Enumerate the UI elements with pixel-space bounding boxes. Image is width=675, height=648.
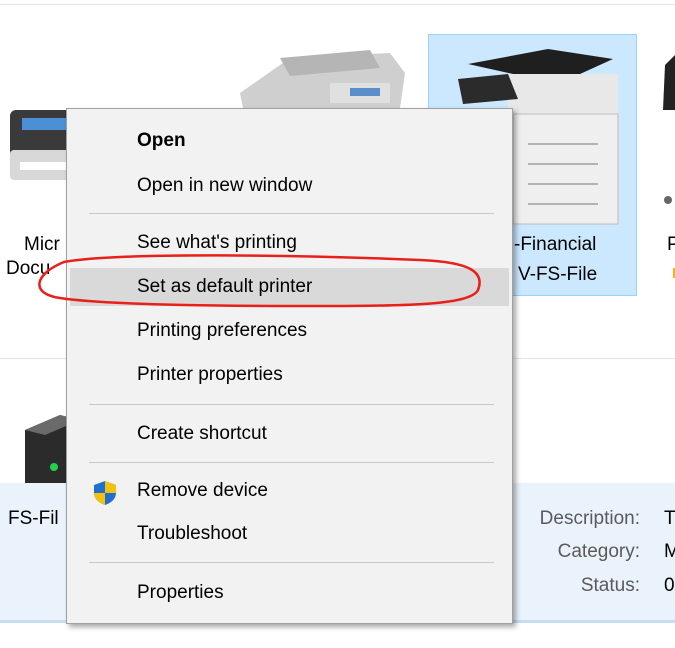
device-label-line-2: V-FS-File	[518, 264, 598, 285]
menu-item-printer-properties[interactable]: Printer properties	[70, 356, 509, 394]
device-label-line-1: Micr	[24, 234, 60, 255]
category-label: Category:	[557, 541, 640, 562]
device-icon	[663, 55, 675, 204]
device-label-line-1: -Financial	[514, 234, 597, 255]
menu-item-set-default-printer[interactable]: Set as default printer	[70, 268, 509, 306]
category-value: M	[664, 541, 675, 562]
status-label: Status:	[580, 575, 640, 596]
menu-separator	[89, 462, 494, 463]
description-value: T	[664, 508, 675, 529]
menu-separator	[89, 213, 494, 214]
menu-item-properties[interactable]: Properties	[70, 574, 509, 612]
menu-separator	[89, 404, 494, 405]
menu-item-open[interactable]: Open	[70, 122, 509, 160]
uac-shield-icon	[94, 481, 116, 505]
details-device-name: FS-Fil	[8, 508, 59, 529]
context-menu: Open Open in new window See what's print…	[66, 108, 513, 624]
device-tile-partial[interactable]: P	[655, 40, 675, 280]
menu-item-printing-preferences[interactable]: Printing preferences	[70, 312, 509, 350]
menu-item-create-shortcut[interactable]: Create shortcut	[70, 415, 509, 453]
menu-item-see-whats-printing[interactable]: See what's printing	[70, 224, 509, 262]
menu-item-remove-device[interactable]: Remove device	[70, 472, 509, 510]
menu-separator	[89, 562, 494, 563]
menu-item-open-new-window[interactable]: Open in new window	[70, 167, 509, 205]
description-label: Description:	[539, 508, 640, 529]
menu-item-label: Remove device	[137, 480, 268, 501]
menu-item-troubleshoot[interactable]: Troubleshoot	[70, 515, 509, 553]
status-value: 0	[664, 575, 675, 596]
top-divider	[0, 4, 675, 5]
device-label-line-2: Docu	[6, 258, 51, 279]
device-label: P	[667, 234, 675, 255]
